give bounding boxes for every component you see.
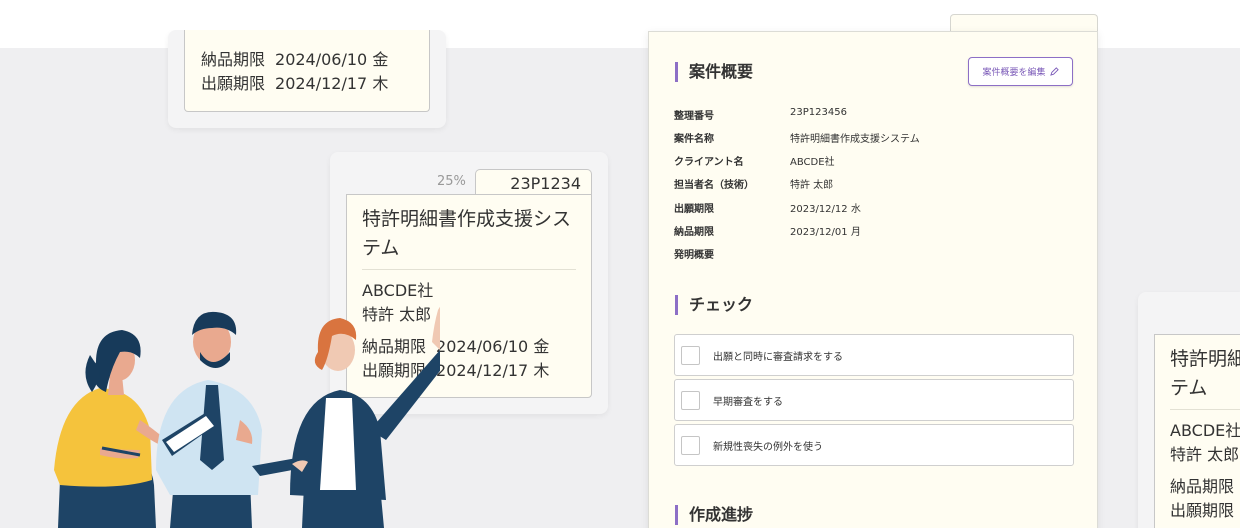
project-title: 特許明細書作成支援シス テム bbox=[362, 208, 572, 259]
person-man-tie bbox=[156, 311, 262, 528]
check-label: 早期審査をする bbox=[713, 397, 783, 408]
check-row-novelty-exception[interactable]: 新規性喪失の例外を使う bbox=[674, 424, 1074, 466]
edit-summary-button[interactable]: 案件概要を編集 bbox=[968, 57, 1073, 86]
project-number-tab: 23P1234 bbox=[475, 169, 592, 197]
project-title: 特許明細 テム bbox=[1170, 348, 1240, 399]
checkbox[interactable] bbox=[681, 346, 700, 365]
progress-percent: 25% bbox=[437, 174, 466, 189]
person-woman-blazer bbox=[252, 306, 440, 528]
field-value-project-name: 特許明細書作成支援システム bbox=[790, 134, 920, 145]
pencil-icon bbox=[1049, 67, 1059, 76]
section-title-progress: 作成進捗 bbox=[675, 505, 753, 525]
check-label: 出願と同時に審査請求をする bbox=[713, 352, 843, 363]
field-label-person: 担当者名（技術） bbox=[674, 180, 754, 191]
check-row-early-exam[interactable]: 早期審査をする bbox=[674, 379, 1074, 421]
team-illustration bbox=[54, 306, 440, 528]
field-label-reference-number: 整理番号 bbox=[674, 111, 714, 122]
person-name: 特許 太郎 bbox=[1170, 445, 1240, 464]
field-label-project-name: 案件名称 bbox=[674, 134, 714, 145]
checkbox[interactable] bbox=[681, 391, 700, 410]
field-value-delivery-deadline: 2023/12/01 月 bbox=[790, 227, 861, 238]
project-detail-panel: 案件概要 案件概要を編集 整理番号 23P123456 案件名称 特許明細書作成… bbox=[648, 31, 1098, 528]
field-label-client: クライアント名 bbox=[674, 157, 744, 168]
deadline-filing: 出願期限 2024/12/17 木 bbox=[201, 74, 389, 93]
field-label-delivery-deadline: 納品期限 bbox=[674, 227, 714, 238]
deadline-filing: 出願期限 bbox=[1170, 501, 1235, 520]
field-value-person: 特許 太郎 bbox=[790, 180, 834, 191]
project-card-top-body: 納品期限 2024/06/10 金 出願期限 2024/12/17 木 bbox=[184, 30, 430, 112]
card-divider bbox=[362, 269, 576, 270]
card-divider bbox=[1170, 409, 1240, 410]
person-woman-yellow bbox=[54, 330, 164, 528]
check-row-exam-request[interactable]: 出願と同時に審査請求をする bbox=[674, 334, 1074, 376]
field-value-client: ABCDE社 bbox=[790, 157, 835, 168]
client-name: ABCDE社 bbox=[1170, 421, 1240, 440]
project-card-right-body: 特許明細 テム ABCDE社 特許 太郎 納品期限 出願期限 bbox=[1154, 334, 1240, 528]
field-label-invention-summary: 発明概要 bbox=[674, 250, 714, 261]
edit-summary-button-label: 案件概要を編集 bbox=[982, 68, 1046, 78]
deadline-delivery: 納品期限 2024/06/10 金 bbox=[201, 50, 389, 69]
section-title-summary: 案件概要 bbox=[675, 62, 753, 82]
check-label: 新規性喪失の例外を使う bbox=[713, 442, 823, 453]
field-label-filing-deadline: 出願期限 bbox=[674, 204, 714, 215]
checkbox[interactable] bbox=[681, 436, 700, 455]
field-value-reference-number: 23P123456 bbox=[790, 107, 847, 118]
section-title-check: チェック bbox=[675, 295, 753, 315]
deadline-delivery: 納品期限 bbox=[1170, 477, 1235, 496]
field-value-filing-deadline: 2023/12/12 水 bbox=[790, 204, 861, 215]
